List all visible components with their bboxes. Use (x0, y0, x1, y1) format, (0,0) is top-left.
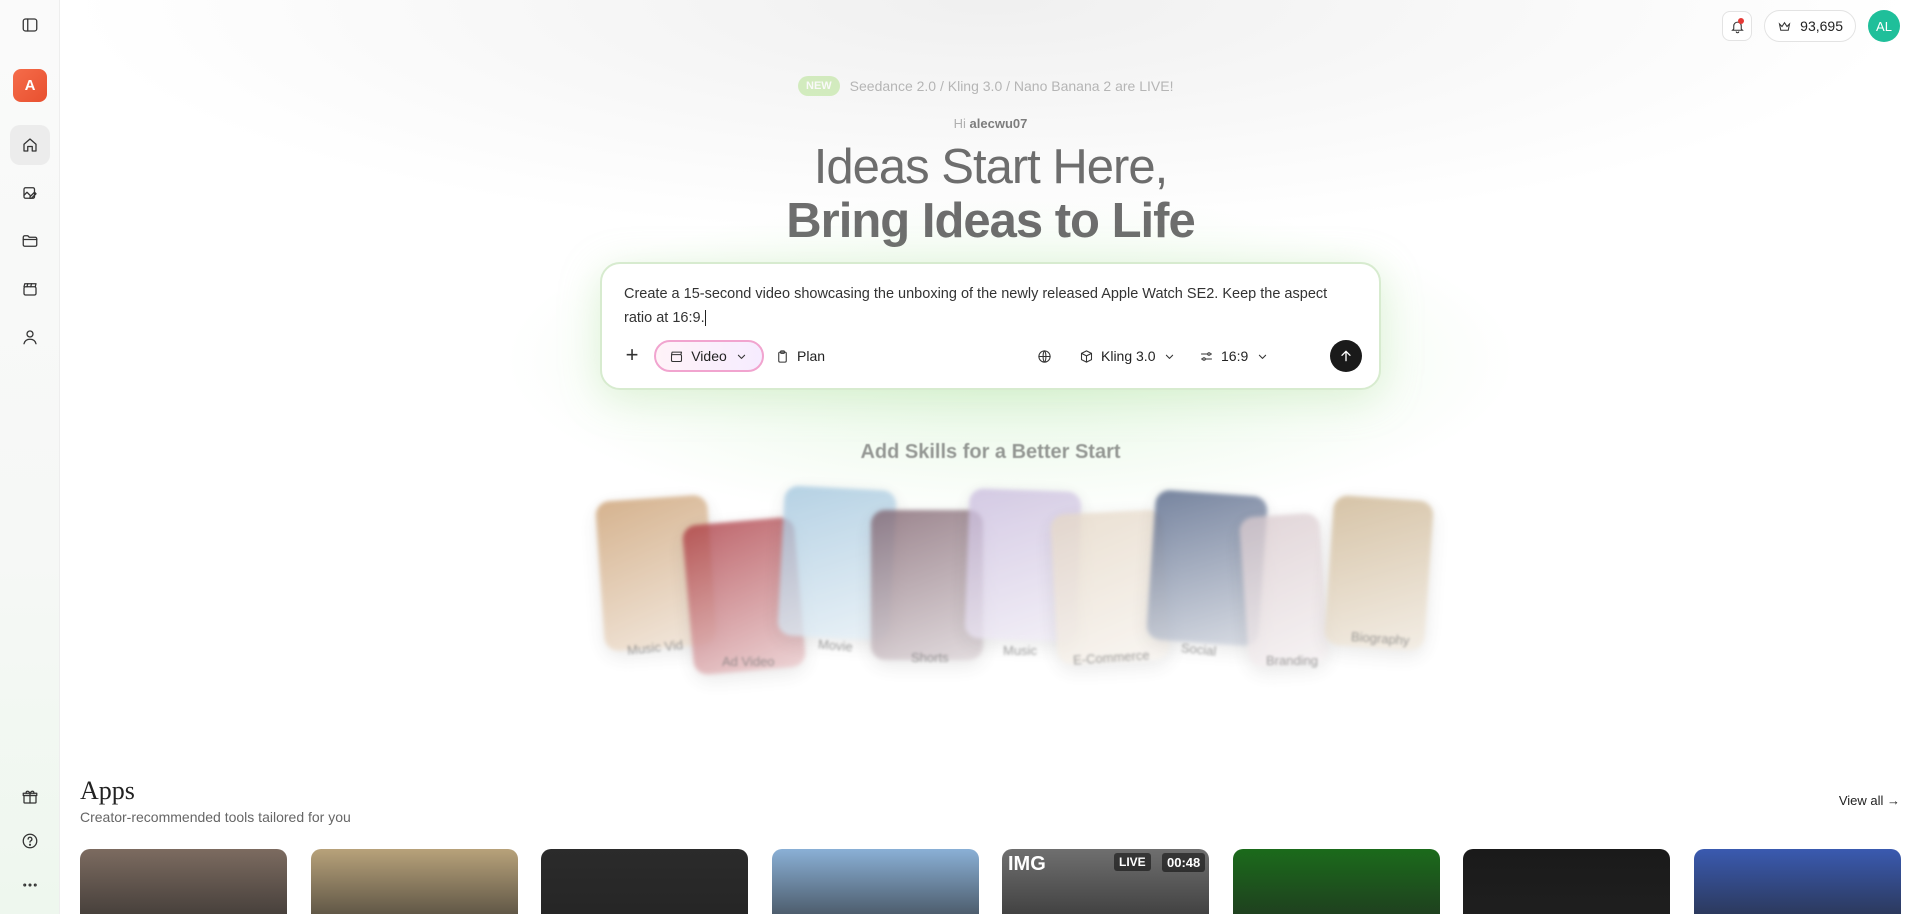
sidebar-item-profile[interactable] (10, 317, 50, 357)
skill-label-music: Music (1003, 643, 1037, 658)
clapperboard-icon (23, 283, 37, 296)
prompt-box: Create a 15-second video showcasing the … (600, 262, 1381, 390)
credits-button[interactable]: 93,695 (1764, 10, 1856, 42)
app-card[interactable] (1233, 849, 1440, 914)
app-card[interactable] (80, 849, 287, 914)
more-icon (23, 883, 37, 887)
app-card[interactable] (1463, 849, 1670, 914)
app-card[interactable] (311, 849, 518, 914)
mode-select-button[interactable]: Video (654, 340, 764, 372)
credits-value: 93,695 (1800, 18, 1843, 34)
arrow-up-icon (1341, 350, 1351, 362)
chevron-down-icon (1166, 354, 1174, 359)
skill-label-shorts: Shorts (911, 650, 949, 665)
sidebar-item-assets[interactable] (10, 173, 50, 213)
app-card[interactable] (772, 849, 979, 914)
user-icon (23, 330, 37, 345)
app-card-overlay-live: LIVE (1114, 853, 1151, 871)
image-edit-icon (23, 187, 37, 199)
prompt-input[interactable]: Create a 15-second video showcasing the … (624, 282, 1354, 330)
plan-label: Plan (797, 348, 826, 364)
model-select-button[interactable]: Kling 3.0 (1079, 340, 1177, 372)
greeting: Hi alecwu07 (61, 116, 1920, 131)
app-card[interactable] (541, 849, 748, 914)
skills-title: Add Skills for a Better Start (860, 441, 1121, 463)
apps-title: Apps (80, 776, 135, 805)
globe-icon (1038, 349, 1051, 363)
app-card[interactable]: IMG LIVE 00:48 (1002, 849, 1209, 914)
greeting-username: alecwu07 (969, 116, 1028, 131)
mode-label: Video (691, 348, 727, 364)
sidebar-item-gift[interactable] (10, 777, 50, 817)
clipboard-icon (778, 349, 787, 363)
plus-icon: + (625, 342, 639, 367)
credits-icon (1778, 21, 1791, 31)
plan-button[interactable]: Plan (775, 340, 825, 372)
folder-icon (22, 235, 38, 247)
announcement-banner[interactable]: NEW Seedance 2.0 / Kling 3.0 / Nano Bana… (798, 76, 1173, 96)
cube-icon (1080, 349, 1093, 363)
sidebar: A (0, 0, 60, 914)
hero-title-line2: Bring Ideas to Life (786, 194, 1195, 248)
model-label: Kling 3.0 (1101, 348, 1156, 364)
user-avatar[interactable]: AL (1868, 10, 1900, 42)
skill-label-movie: Movie (817, 636, 854, 655)
home-icon (23, 138, 37, 152)
ratio-label: 16:9 (1221, 348, 1249, 364)
view-all-link[interactable]: View all → (1839, 793, 1900, 808)
sidebar-item-help[interactable] (10, 821, 50, 861)
gift-icon (22, 790, 38, 804)
new-badge: NEW (798, 76, 840, 96)
skill-card-branding[interactable] (1238, 512, 1330, 668)
app-logo[interactable]: A (13, 69, 47, 102)
sidebar-toggle-icon (22, 18, 38, 32)
chevron-down-icon (737, 354, 745, 359)
text-caret (704, 310, 706, 327)
add-attachment-button[interactable]: + (618, 341, 646, 369)
chevron-down-icon (1259, 354, 1267, 359)
sidebar-toggle-button[interactable] (10, 5, 50, 45)
app-card-overlay-time: 00:48 (1162, 853, 1206, 872)
app-card-overlay-img: IMG (1008, 853, 1046, 875)
announcement-text: Seedance 2.0 / Kling 3.0 / Nano Banana 2… (849, 78, 1174, 94)
send-button[interactable] (1330, 340, 1362, 372)
main-content: 93,695 AL NEW Seedance 2.0 / Kling 3.0 /… (61, 0, 1920, 914)
greeting-prefix: Hi (953, 116, 966, 131)
language-button[interactable] (1037, 340, 1052, 372)
skill-label-social: Social (1180, 640, 1218, 659)
notifications-button[interactable] (1722, 11, 1753, 41)
apps-subtitle: Creator-recommended tools tailored for y… (80, 809, 351, 825)
skill-label-branding: Branding (1266, 653, 1319, 668)
skill-label-ad-video: Ad Video (722, 654, 775, 669)
sidebar-item-more[interactable] (10, 865, 50, 905)
sidebar-item-videos[interactable] (10, 269, 50, 309)
app-card[interactable] (1694, 849, 1901, 914)
aspect-ratio-button[interactable]: 16:9 (1199, 340, 1270, 372)
sidebar-item-home[interactable] (10, 125, 50, 165)
skill-card-biography[interactable] (1323, 494, 1435, 652)
prompt-text: Create a 15-second video showcasing the … (624, 286, 1328, 326)
help-icon (22, 833, 38, 849)
hero-title-line1: Ideas Start Here, (813, 140, 1168, 194)
sidebar-item-projects[interactable] (10, 221, 50, 261)
settings-sliders-icon (1200, 351, 1213, 361)
clapperboard-icon (671, 351, 683, 362)
top-bar: 93,695 AL (1722, 10, 1900, 42)
